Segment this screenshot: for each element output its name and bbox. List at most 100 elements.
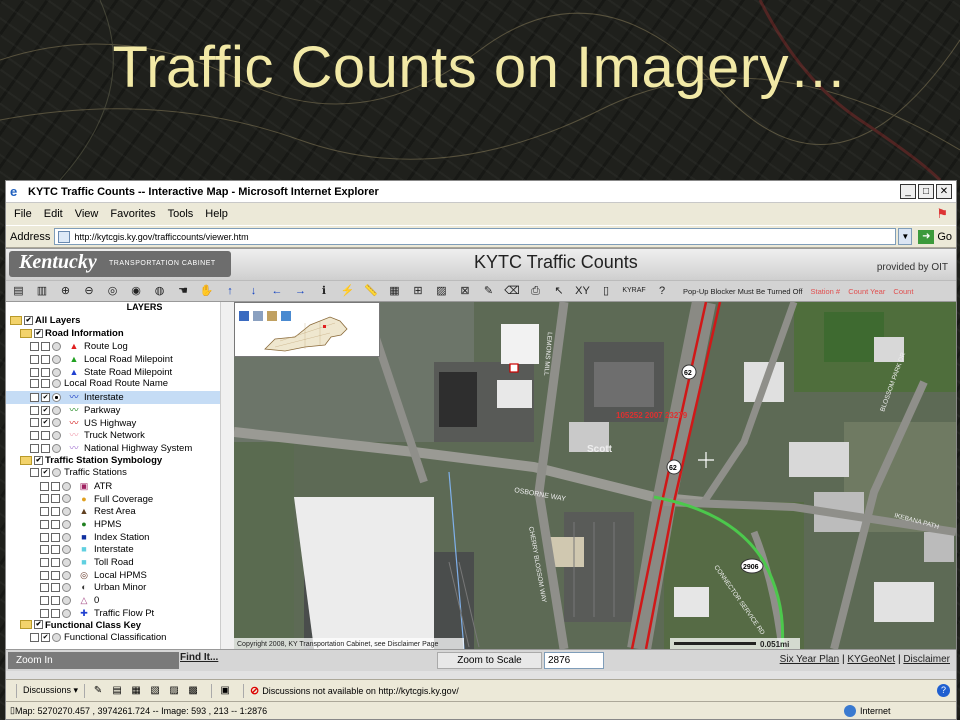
layer-checkbox[interactable]: [41, 431, 50, 441]
discuss-icon-3[interactable]: ▦: [129, 684, 143, 697]
select-clear-icon[interactable]: ⊠: [457, 283, 474, 299]
layer-radio[interactable]: [52, 431, 61, 441]
scale-input[interactable]: 2876: [544, 652, 604, 669]
layer-visible-checkbox[interactable]: [30, 392, 39, 402]
layer-row[interactable]: ● HPMS: [6, 518, 233, 531]
layer-checkbox[interactable]: [51, 494, 60, 504]
layer-checkbox[interactable]: ✔: [24, 315, 33, 325]
layer-checkbox[interactable]: [51, 583, 60, 593]
folder-icon[interactable]: [10, 315, 22, 325]
layer-row[interactable]: ✔ Traffic Stations: [6, 467, 233, 480]
layer-checkbox[interactable]: ✔: [34, 328, 43, 338]
pan-left-icon[interactable]: ←: [269, 283, 286, 299]
layer-radio[interactable]: [62, 507, 71, 517]
discuss-icon-6[interactable]: ▩: [186, 684, 200, 697]
discuss-icon-4[interactable]: ▧: [148, 684, 162, 697]
layer-radio[interactable]: [52, 379, 61, 389]
layer-visible-checkbox[interactable]: [40, 570, 49, 580]
zoom-out-icon[interactable]: ⊖: [81, 283, 98, 299]
layers-list-icon[interactable]: ▤: [10, 283, 27, 299]
select-line-icon[interactable]: ⊞: [410, 283, 427, 299]
legend-icon[interactable]: ▥: [34, 283, 51, 299]
layer-checkbox[interactable]: ✔: [41, 405, 50, 415]
layer-checkbox[interactable]: [51, 557, 60, 567]
layer-row[interactable]: ✔ All Layers: [6, 315, 233, 328]
layer-checkbox[interactable]: [51, 519, 60, 529]
layer-checkbox[interactable]: [51, 608, 60, 618]
layer-row[interactable]: ◎ Local HPMS: [6, 569, 233, 582]
layer-radio[interactable]: [52, 633, 61, 643]
layer-visible-checkbox[interactable]: [40, 481, 49, 491]
layer-row[interactable]: ✔ Functional Class Key: [6, 620, 233, 633]
zoom-layer-icon[interactable]: ◉: [128, 283, 145, 299]
help-question-icon[interactable]: ?: [654, 283, 671, 299]
layer-radio[interactable]: [52, 418, 61, 428]
go-button[interactable]: ➜ Go: [918, 229, 952, 244]
layer-row[interactable]: ✔ Traffic Station Symbology: [6, 455, 233, 468]
menu-help[interactable]: Help: [205, 208, 228, 220]
layer-row[interactable]: ▲ Route Log: [6, 340, 233, 353]
address-dropdown-button[interactable]: ▼: [898, 228, 913, 245]
layer-radio[interactable]: [62, 557, 71, 567]
measure-icon[interactable]: 📏: [363, 283, 380, 299]
subscribe-icon[interactable]: ▣: [218, 684, 232, 697]
layer-checkbox[interactable]: [51, 570, 60, 580]
layer-row[interactable]: ✔ Functional Classification: [6, 632, 233, 645]
layer-visible-checkbox[interactable]: [30, 379, 39, 389]
layer-row[interactable]: ✚ Traffic Flow Pt: [6, 607, 233, 620]
layer-checkbox[interactable]: [51, 507, 60, 517]
layer-checkbox[interactable]: [41, 443, 50, 453]
layer-radio[interactable]: [52, 367, 61, 377]
layer-row[interactable]: ▲ Rest Area: [6, 505, 233, 518]
layer-checkbox[interactable]: ✔: [34, 620, 43, 630]
pan-up-icon[interactable]: ↑: [222, 283, 239, 299]
select-poly-icon[interactable]: ▨: [433, 283, 450, 299]
layer-radio[interactable]: [62, 608, 71, 618]
layer-row[interactable]: ✔ 〰 Interstate: [6, 391, 233, 404]
folder-icon[interactable]: [20, 328, 32, 338]
layer-radio[interactable]: [52, 405, 61, 415]
layer-checkbox[interactable]: [51, 545, 60, 555]
kyraf-icon[interactable]: KYRAF: [621, 283, 647, 299]
layer-visible-checkbox[interactable]: [30, 354, 39, 364]
layer-radio[interactable]: [62, 481, 71, 491]
layer-visible-checkbox[interactable]: [40, 557, 49, 567]
layer-row[interactable]: ● Full Coverage: [6, 493, 233, 506]
discussions-button[interactable]: Discussions ▾: [23, 685, 78, 696]
xy-icon[interactable]: XY: [574, 283, 591, 299]
layer-radio[interactable]: [62, 583, 71, 593]
layer-checkbox[interactable]: [51, 481, 60, 491]
layer-visible-checkbox[interactable]: [40, 545, 49, 555]
layer-visible-checkbox[interactable]: [30, 633, 39, 643]
layer-radio[interactable]: [62, 545, 71, 555]
menu-edit[interactable]: Edit: [44, 208, 63, 220]
pan-icon[interactable]: ✋: [198, 283, 215, 299]
layer-radio[interactable]: [62, 595, 71, 605]
layer-visible-checkbox[interactable]: [40, 608, 49, 618]
layer-row[interactable]: 〰 National Highway System: [6, 442, 233, 455]
layer-checkbox[interactable]: ✔: [41, 468, 50, 478]
menu-view[interactable]: View: [75, 208, 99, 220]
station-marker-icon[interactable]: [509, 363, 519, 373]
layer-visible-checkbox[interactable]: [40, 532, 49, 542]
layer-visible-checkbox[interactable]: [40, 595, 49, 605]
layer-visible-checkbox[interactable]: [30, 342, 39, 352]
close-button[interactable]: ✕: [936, 184, 952, 199]
layer-visible-checkbox[interactable]: [40, 494, 49, 504]
layer-radio[interactable]: [52, 392, 61, 402]
folder-icon[interactable]: [20, 455, 32, 465]
menu-file[interactable]: File: [14, 208, 32, 220]
help-icon[interactable]: ?: [937, 684, 950, 697]
discuss-icon-2[interactable]: ▤: [110, 684, 124, 697]
zoom-to-scale-button[interactable]: Zoom to Scale: [437, 652, 542, 669]
layer-checkbox[interactable]: [41, 342, 50, 352]
overview-map[interactable]: [234, 302, 380, 357]
identify-icon[interactable]: ℹ: [316, 283, 333, 299]
discuss-icon-5[interactable]: ▨: [167, 684, 181, 697]
pan-down-icon[interactable]: ↓: [245, 283, 262, 299]
select-pointer-icon[interactable]: ↖: [551, 283, 568, 299]
zoom-active-icon[interactable]: ◍: [151, 283, 168, 299]
layer-row[interactable]: ■ Toll Road: [6, 556, 233, 569]
layer-checkbox[interactable]: [51, 532, 60, 542]
layer-visible-checkbox[interactable]: [30, 418, 39, 428]
